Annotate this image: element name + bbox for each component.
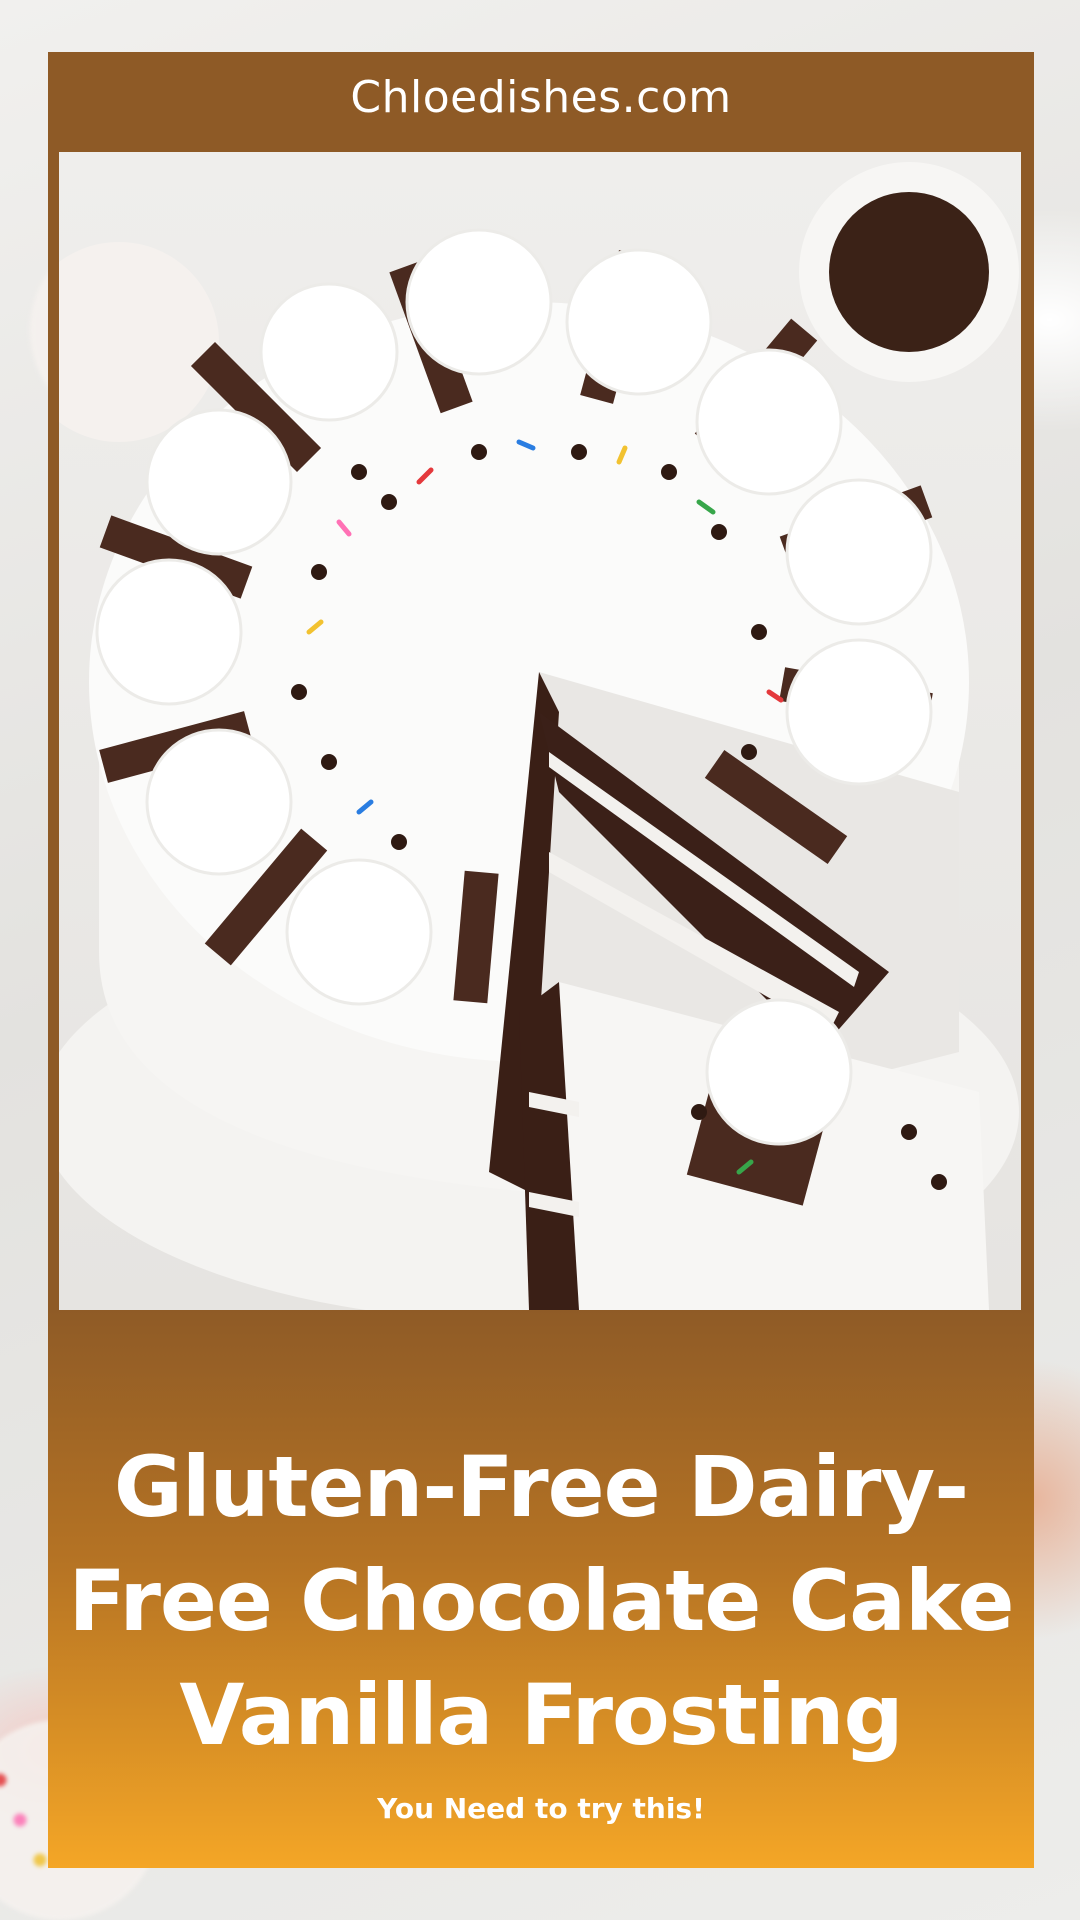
recipe-title[interactable]: Gluten-Free Dairy-Free Chocolate Cake Va…	[68, 1430, 1014, 1772]
card-footer: Gluten-Free Dairy-Free Chocolate Cake Va…	[48, 1310, 1034, 1868]
site-name[interactable]: Chloedishes.com	[48, 72, 1034, 123]
card-header: Chloedishes.com	[48, 52, 1034, 1310]
tagline: You Need to try this!	[377, 1792, 705, 1825]
pin-card[interactable]: Chloedishes.com Gluten-Free Dairy-Free C…	[48, 52, 1034, 1868]
cake-illustration	[59, 162, 1019, 1310]
cake-photo[interactable]	[59, 152, 1021, 1310]
